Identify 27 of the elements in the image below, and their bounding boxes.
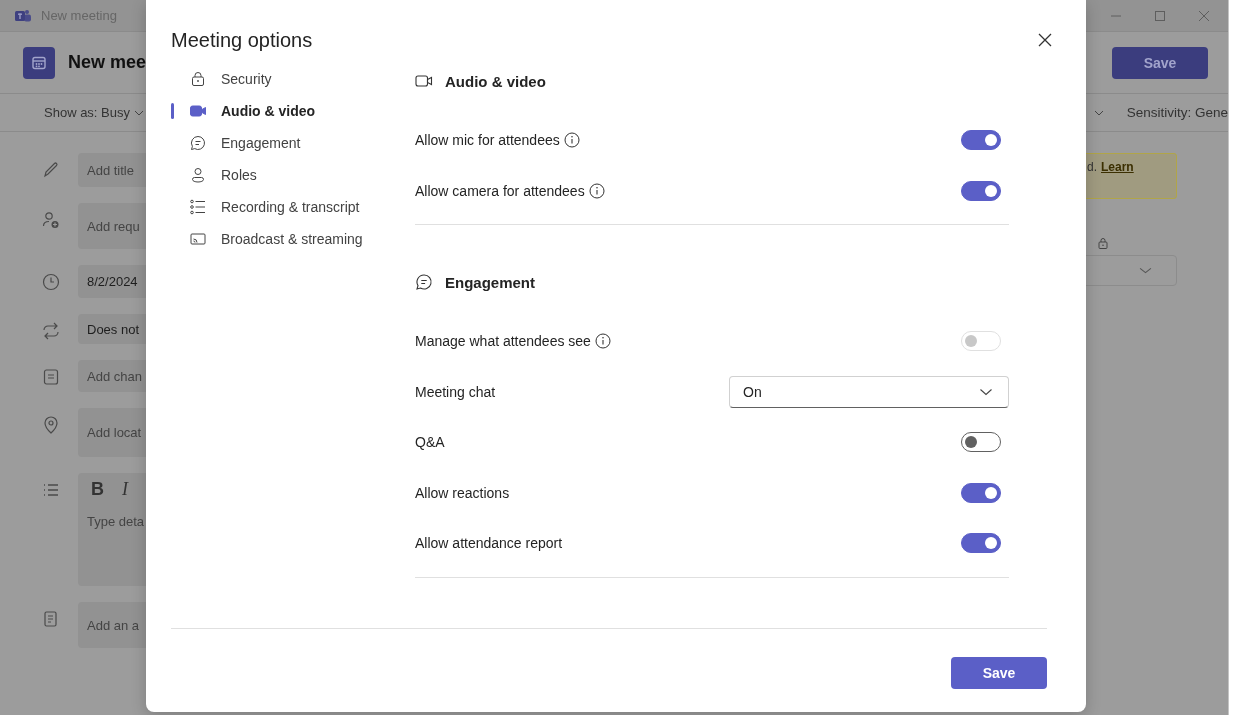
section-title: Audio & video	[445, 72, 546, 90]
nav-item[interactable]: Recording & transcript	[171, 191, 360, 223]
setting-label: Meeting chat	[415, 383, 496, 400]
nav-item[interactable]: Roles	[171, 159, 257, 191]
chat-dropdown[interactable]: On	[729, 375, 1009, 408]
notice-text: d.	[1087, 160, 1097, 174]
italic-button[interactable]: I	[122, 479, 128, 500]
learn-link[interactable]: Learn	[1101, 160, 1134, 174]
setting-label: Allow camera for attendees	[415, 182, 585, 199]
setting-label: Allow reactions	[415, 484, 510, 501]
nav-item[interactable]: Engagement	[171, 127, 301, 159]
nav-item[interactable]: Broadcast & streaming	[171, 223, 363, 255]
show-as-dropdown[interactable]: Show as: Busy	[44, 105, 130, 120]
placeholder-text: Type deta	[87, 514, 145, 529]
section-title: Engagement	[445, 273, 535, 291]
save-button[interactable]: Save	[1112, 46, 1208, 79]
save-button[interactable]: Save	[951, 657, 1047, 689]
setting-label: Allow attendance report	[415, 535, 563, 552]
nav-item[interactable]: Security	[171, 63, 272, 95]
sensitivity-dropdown[interactable]: Sensitivity: Gene	[1126, 105, 1228, 120]
setting-label: Q&A	[415, 434, 445, 451]
setting-label: Allow mic for attendees	[415, 132, 560, 149]
nav-item[interactable]: Audio & video	[171, 95, 316, 127]
bold-button[interactable]: B	[91, 479, 104, 500]
setting-label: Manage what attendees see	[415, 333, 591, 350]
dialog-title: Meeting options	[171, 28, 313, 53]
page-title: New mee	[68, 52, 147, 73]
